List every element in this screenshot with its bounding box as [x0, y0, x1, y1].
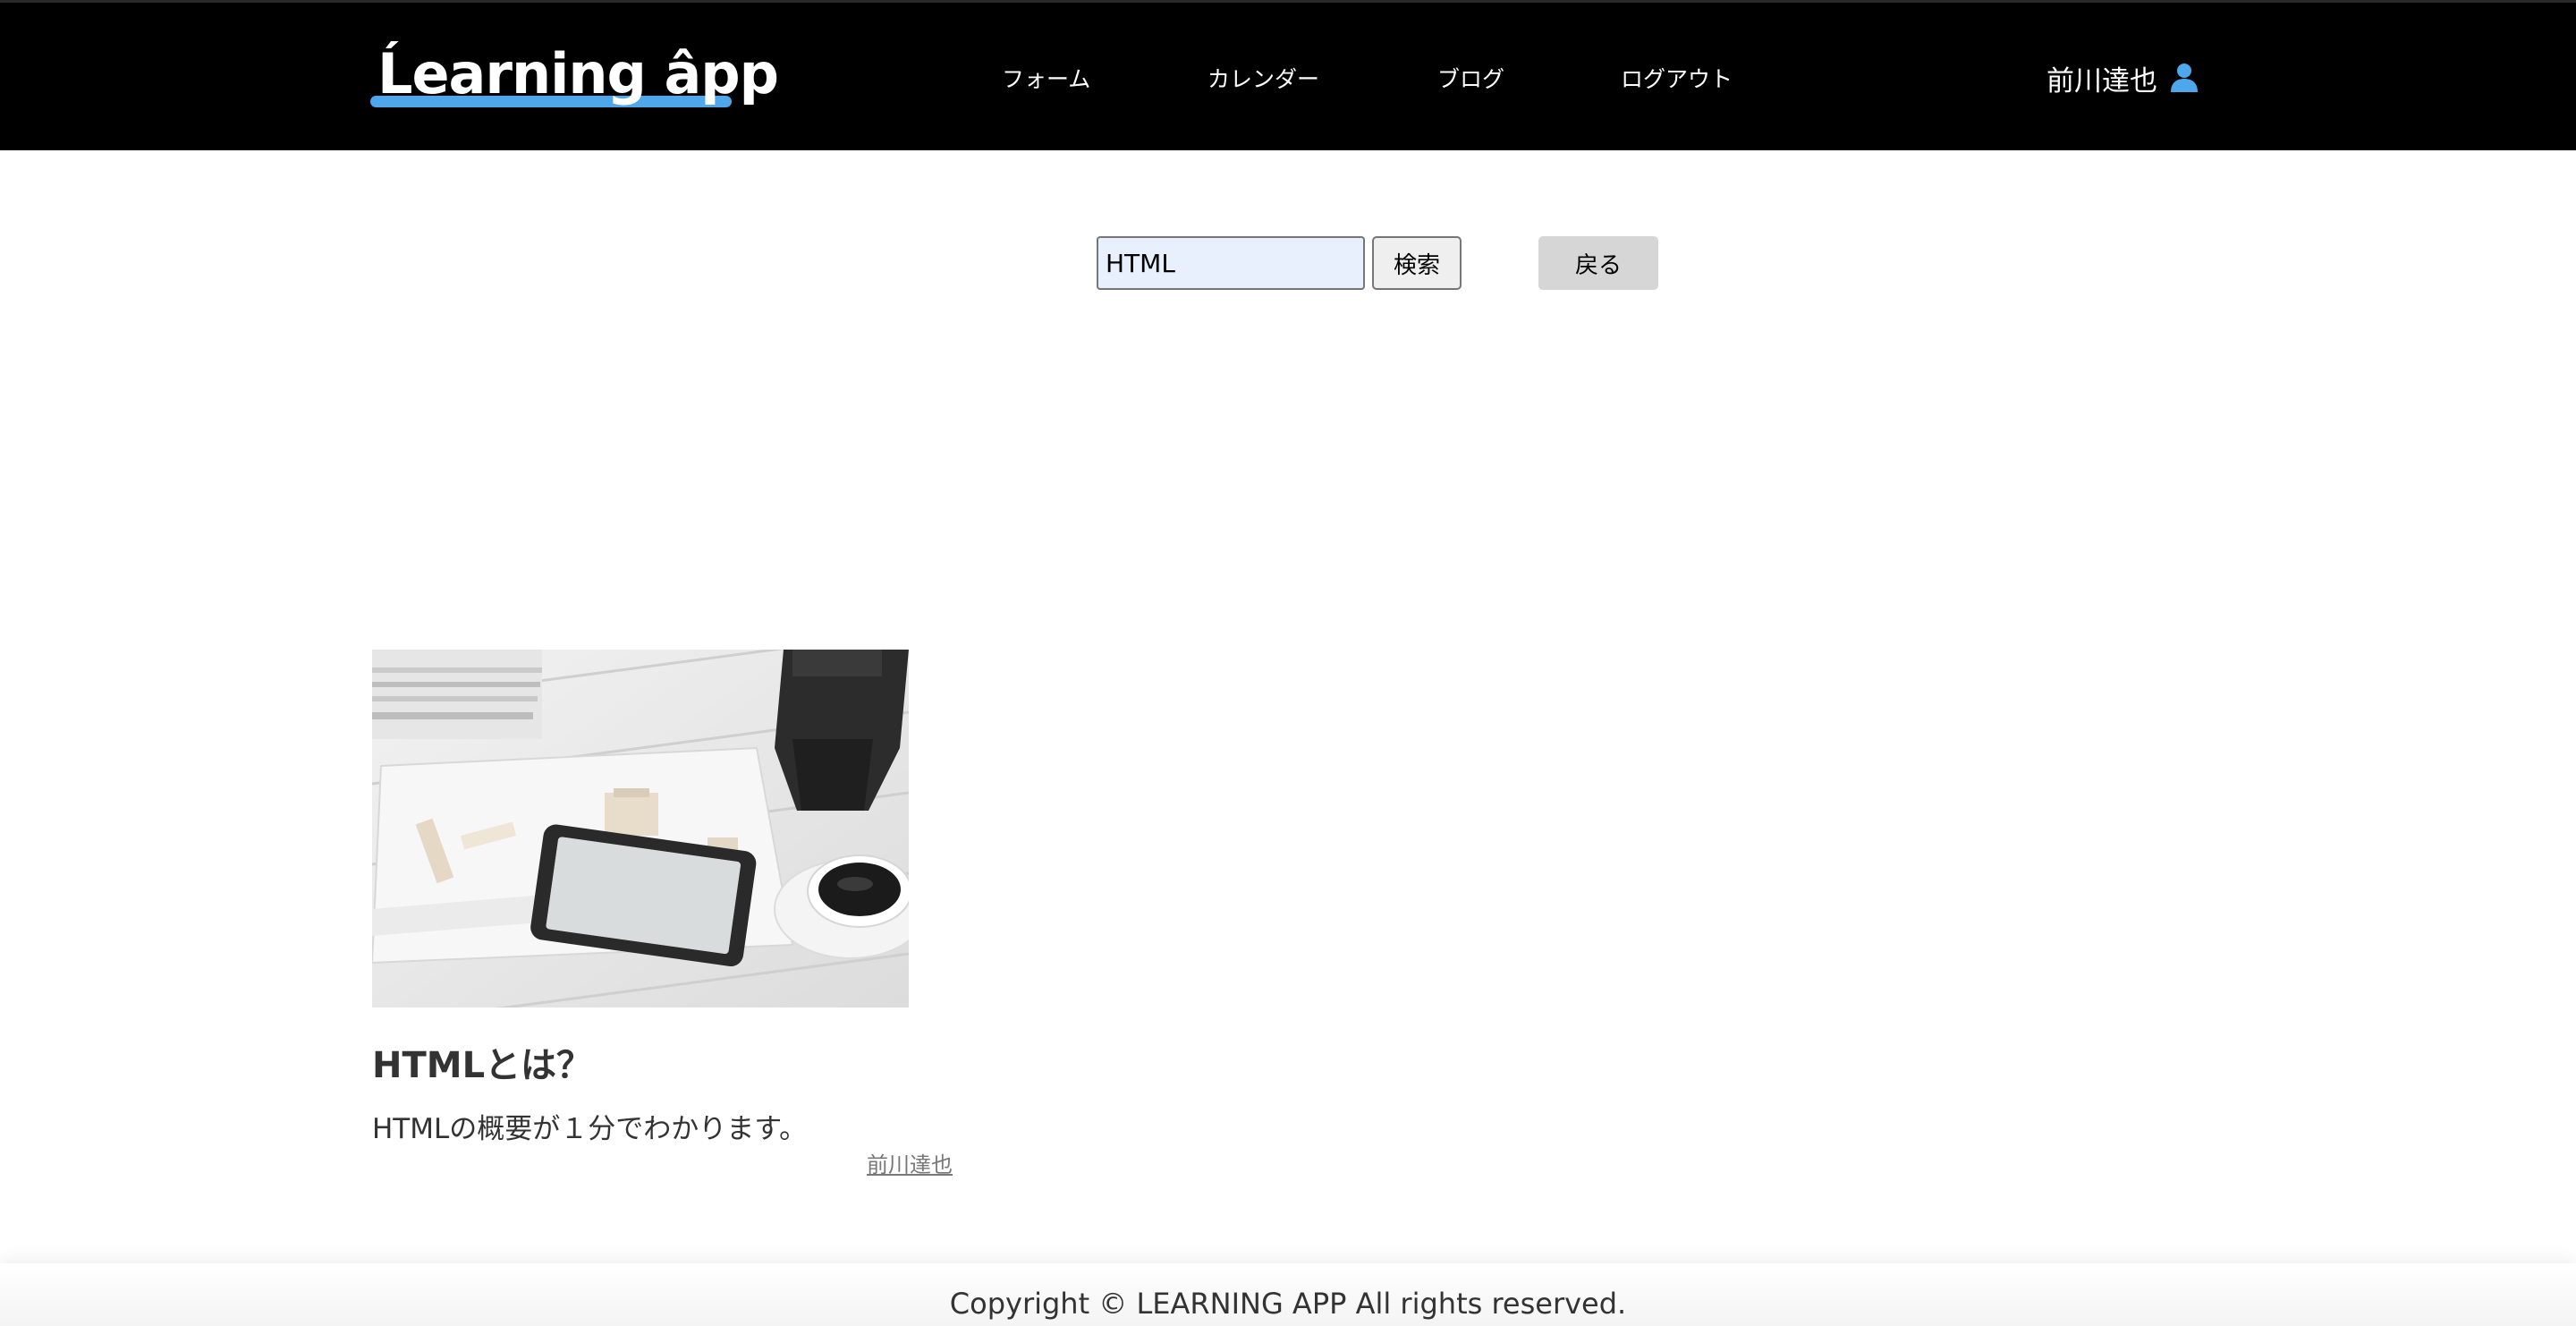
nav-item-blog[interactable]: ブログ	[1437, 3, 1504, 153]
site-header: Ĺearning âpp フォーム カレンダー ブログ ログアウト 前川達也	[0, 0, 2576, 150]
nav-item-form[interactable]: フォーム	[1002, 3, 1090, 153]
back-button[interactable]: 戻る	[1538, 236, 1658, 290]
nav-item-logout[interactable]: ログアウト	[1621, 3, 1733, 153]
copyright-text: Copyright © LEARNING APP All rights rese…	[949, 1287, 1627, 1321]
search-button[interactable]: 検索	[1372, 236, 1462, 290]
logo[interactable]: Ĺearning âpp	[370, 37, 779, 112]
post-author-link[interactable]: 前川達也	[867, 1147, 953, 1178]
user-name: 前川達也	[2046, 64, 2157, 98]
site-footer: Copyright © LEARNING APP All rights rese…	[0, 1263, 2576, 1326]
nav-item-calendar[interactable]: カレンダー	[1208, 3, 1319, 153]
post-description: HTMLの概要が１分でわかります。	[372, 1113, 808, 1145]
user-icon	[2171, 64, 2198, 92]
search-input[interactable]	[1097, 236, 1365, 290]
user-menu[interactable]: 前川達也	[2046, 3, 2200, 153]
photo-tablet-coffee-icon	[372, 650, 909, 1007]
post-title[interactable]: HTMLとは？	[372, 1036, 592, 1088]
post-thumbnail[interactable]	[372, 650, 909, 1007]
logo-text: Ĺearning âpp	[377, 41, 779, 106]
